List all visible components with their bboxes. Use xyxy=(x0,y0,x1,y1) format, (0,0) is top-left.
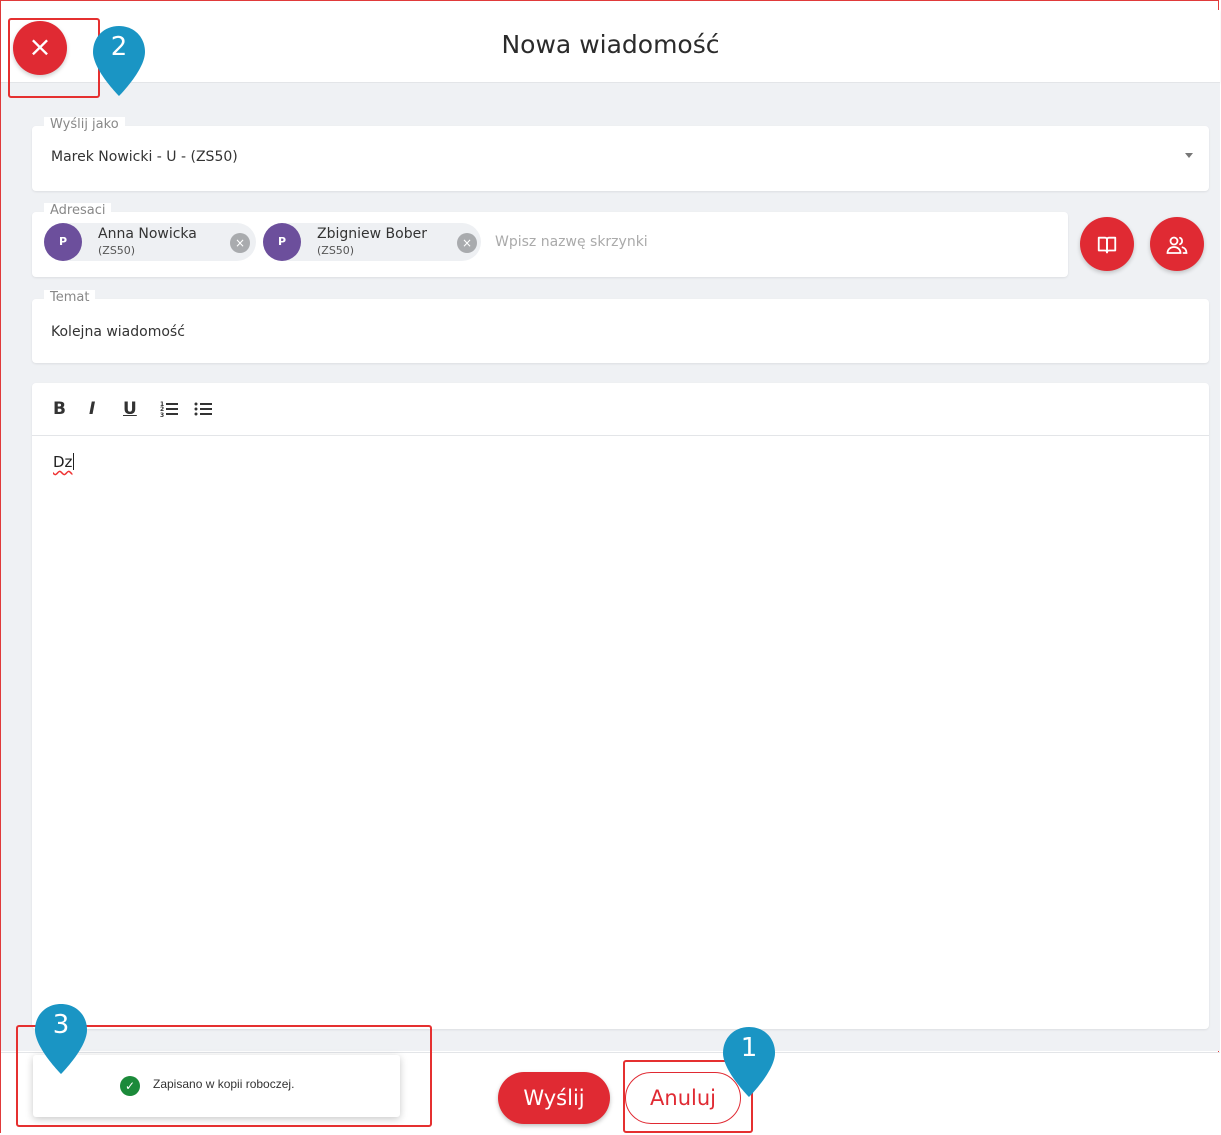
editor-content[interactable]: Dz xyxy=(53,453,75,471)
recipient-unit: (ZS50) xyxy=(317,244,355,257)
recipient-chip[interactable]: P Zbigniew Bober (ZS50) × xyxy=(263,223,481,261)
annotation-pin-2: 2 xyxy=(90,24,148,98)
dialog-title: Nowa wiadomość xyxy=(501,30,720,59)
editor-toolbar: B I U 1 2 3 xyxy=(32,383,1209,436)
bold-button[interactable]: B xyxy=(53,399,66,419)
sender-select[interactable]: Wyślij jako Marek Nowicki - U - (ZS50) xyxy=(32,117,1209,191)
dialog-header: Nowa wiadomość xyxy=(1,10,1220,83)
mailbox-search-input[interactable] xyxy=(495,234,945,250)
address-book-button[interactable] xyxy=(1080,217,1134,271)
avatar: P xyxy=(44,223,82,261)
recipient-unit: (ZS50) xyxy=(98,244,136,257)
sender-label: Wyślij jako xyxy=(44,117,125,133)
chevron-down-icon xyxy=(1185,153,1193,158)
subject-value: Kolejna wiadomość xyxy=(51,324,185,340)
subject-field[interactable]: Temat Kolejna wiadomość xyxy=(32,290,1209,363)
annotation-pin-3: 3 xyxy=(32,1002,90,1076)
recipients-label: Adresaci xyxy=(44,203,112,219)
remove-recipient-icon[interactable]: × xyxy=(230,233,250,253)
address-book-icon xyxy=(1097,236,1117,253)
annotation-box-close xyxy=(8,18,100,98)
underline-button[interactable]: U xyxy=(123,399,137,419)
user-group-icon xyxy=(1166,236,1188,254)
annotation-pin-1: 1 xyxy=(720,1025,778,1099)
recipients-field[interactable]: Adresaci P Anna Nowicka (ZS50) × P Zbign… xyxy=(32,203,1068,277)
avatar: P xyxy=(263,223,301,261)
text-cursor xyxy=(73,453,75,470)
svg-text:3: 3 xyxy=(160,412,164,418)
remove-recipient-icon[interactable]: × xyxy=(457,233,477,253)
recipient-name: Anna Nowicka xyxy=(98,226,197,242)
sender-value: Marek Nowicki - U - (ZS50) xyxy=(51,149,238,165)
editor-text: Dz xyxy=(53,453,73,471)
subject-label: Temat xyxy=(44,290,96,306)
italic-button[interactable]: I xyxy=(89,399,95,419)
compose-panel: Wyślij jako Marek Nowicki - U - (ZS50) A… xyxy=(1,83,1220,1051)
recipient-name: Zbigniew Bober xyxy=(317,226,427,242)
message-editor[interactable]: B I U 1 2 3 Dz xyxy=(32,383,1209,1029)
ordered-list-icon[interactable]: 1 2 3 xyxy=(160,400,178,418)
send-button[interactable]: Wyślij xyxy=(498,1072,610,1124)
bullet-list-icon[interactable] xyxy=(194,400,212,418)
recipient-chip[interactable]: P Anna Nowicka (ZS50) × xyxy=(44,223,256,261)
user-groups-button[interactable] xyxy=(1150,217,1204,271)
